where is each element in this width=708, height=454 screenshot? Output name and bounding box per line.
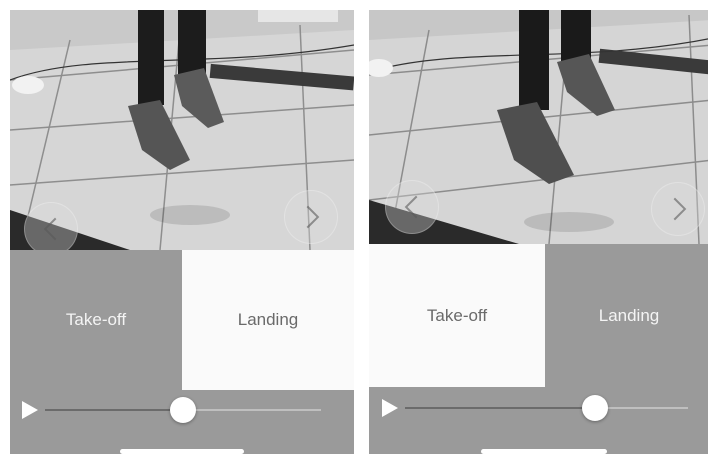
home-indicator	[120, 449, 244, 454]
chevron-right-icon[interactable]	[284, 190, 338, 244]
playback-slider-fill	[405, 407, 595, 409]
playback-slider-thumb[interactable]	[581, 395, 608, 421]
playback-slider-fill	[45, 409, 183, 411]
takeoff-label: Take-off	[426, 305, 488, 325]
landing-option[interactable]: Landing	[182, 250, 354, 390]
landing-option[interactable]: Landing	[545, 244, 708, 387]
landing-label: Landing	[237, 310, 299, 329]
takeoff-label: Take-off	[65, 310, 127, 329]
chevron-left-icon[interactable]	[385, 180, 439, 234]
landing-label: Landing	[598, 305, 660, 325]
comparison-panel-left: Take-off Landing	[10, 10, 354, 454]
home-indicator	[481, 449, 607, 454]
takeoff-option[interactable]: Take-off	[369, 244, 545, 387]
playback-slider-thumb[interactable]	[170, 397, 196, 423]
play-icon[interactable]	[22, 401, 38, 419]
playback-slider-track[interactable]	[405, 407, 688, 409]
chevron-left-icon[interactable]	[24, 202, 78, 250]
video-frame	[369, 10, 708, 244]
video-frame	[10, 10, 354, 250]
comparison-panel-right: Take-off Landing	[369, 10, 708, 454]
takeoff-option[interactable]: Take-off	[10, 250, 182, 390]
chevron-right-icon[interactable]	[651, 182, 705, 236]
play-icon[interactable]	[382, 399, 398, 417]
